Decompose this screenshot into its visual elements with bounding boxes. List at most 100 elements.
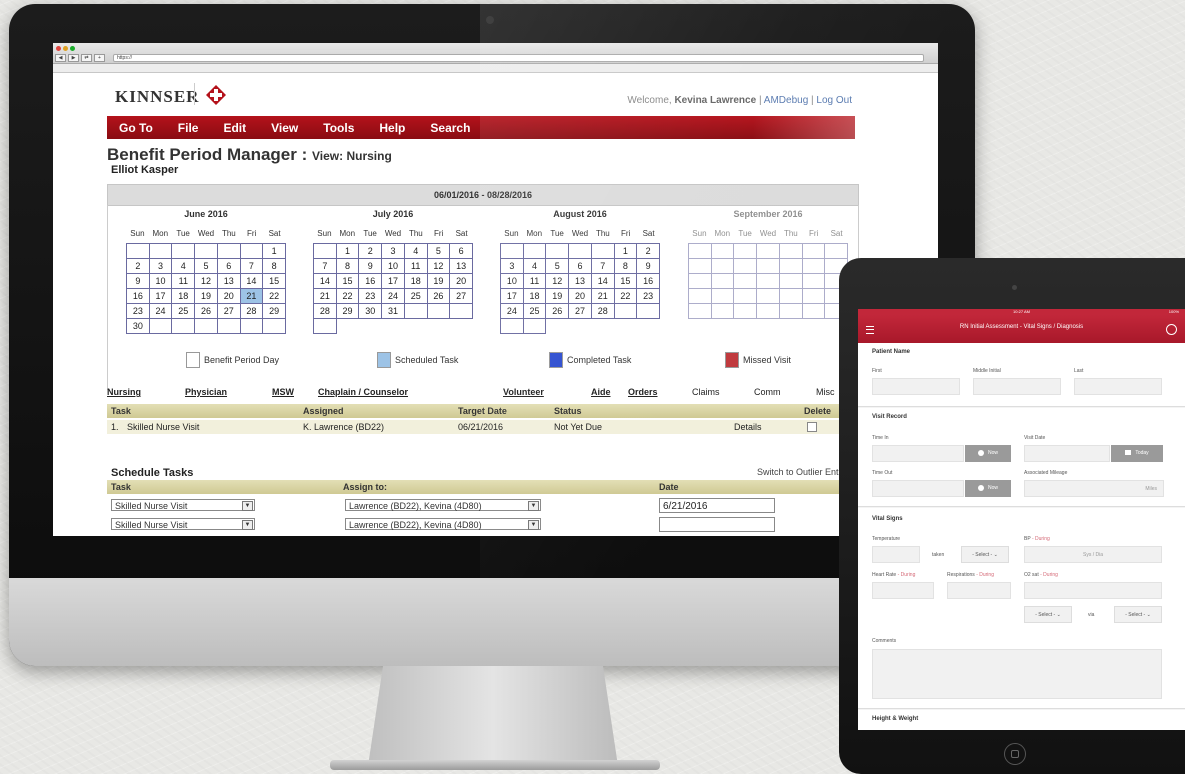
calendar-day[interactable] bbox=[779, 259, 803, 274]
calendar-day[interactable]: 5 bbox=[546, 259, 570, 274]
calendar-day[interactable]: 4 bbox=[172, 259, 196, 274]
calendar-day[interactable]: 25 bbox=[404, 289, 428, 304]
calendar-day[interactable]: 21 bbox=[240, 289, 264, 304]
calendar-day[interactable] bbox=[734, 289, 758, 304]
calendar-day[interactable]: 17 bbox=[149, 289, 173, 304]
calendar-day[interactable] bbox=[195, 244, 218, 259]
menu-help[interactable]: Help bbox=[379, 121, 405, 135]
calendar-day[interactable]: 9 bbox=[637, 259, 660, 274]
task-select-1[interactable]: Skilled Nurse Visit ▼ bbox=[111, 499, 255, 511]
calendar-day[interactable]: 10 bbox=[501, 274, 524, 289]
calendar-day[interactable]: 6 bbox=[217, 259, 241, 274]
minimize-icon[interactable] bbox=[63, 46, 68, 51]
calendar-day[interactable]: 3 bbox=[149, 259, 173, 274]
add-tab-icon[interactable]: + bbox=[94, 54, 105, 62]
calendar-day[interactable]: 21 bbox=[314, 289, 337, 304]
details-link[interactable]: Details bbox=[734, 422, 762, 432]
calendar-day[interactable] bbox=[172, 244, 196, 259]
calendar-day[interactable]: 6 bbox=[569, 259, 592, 274]
back-icon[interactable]: ◀ bbox=[55, 54, 66, 62]
kinnser-logo[interactable]: KINNSER bbox=[115, 87, 199, 107]
calendar-day[interactable] bbox=[779, 274, 803, 289]
calendar-day[interactable] bbox=[734, 244, 758, 259]
calendar-day[interactable] bbox=[779, 304, 803, 319]
calendar-day[interactable] bbox=[240, 319, 264, 334]
calendar-day[interactable]: 7 bbox=[240, 259, 264, 274]
task-select-2[interactable]: Skilled Nurse Visit ▼ bbox=[111, 518, 255, 530]
calendar-day[interactable]: 7 bbox=[314, 259, 337, 274]
calendar-day[interactable] bbox=[591, 244, 615, 259]
calendar-day[interactable] bbox=[501, 319, 524, 334]
calendar-day[interactable]: 30 bbox=[359, 304, 383, 319]
tab-volunteer[interactable]: Volunteer bbox=[503, 387, 544, 397]
menu-view[interactable]: View bbox=[271, 121, 298, 135]
calendar-day[interactable] bbox=[734, 259, 758, 274]
calendar-day[interactable]: 20 bbox=[217, 289, 241, 304]
calendar-day[interactable]: 13 bbox=[217, 274, 241, 289]
calendar-day[interactable] bbox=[523, 319, 547, 334]
tab-chaplain[interactable]: Chaplain / Counselor bbox=[318, 387, 408, 397]
menu-file[interactable]: File bbox=[178, 121, 199, 135]
amdebug-link[interactable]: AMDebug bbox=[764, 95, 808, 106]
calendar-day[interactable] bbox=[149, 319, 173, 334]
calendar-day[interactable]: 18 bbox=[172, 289, 196, 304]
calendar-day[interactable]: 1 bbox=[614, 244, 638, 259]
calendar-day[interactable]: 3 bbox=[382, 244, 405, 259]
calendar-day[interactable]: 2 bbox=[127, 259, 150, 274]
temperature-method-select[interactable]: - Select - ⌄ bbox=[961, 546, 1009, 563]
tab-orders[interactable]: Orders bbox=[628, 387, 658, 397]
bp-field[interactable]: Sys / Dia bbox=[1024, 546, 1162, 563]
calendar-day[interactable]: 26 bbox=[427, 289, 451, 304]
tab-aide[interactable]: Aide bbox=[591, 387, 611, 397]
delete-checkbox[interactable] bbox=[807, 422, 817, 432]
home-button-icon[interactable] bbox=[1004, 743, 1026, 765]
calendar-day[interactable]: 24 bbox=[501, 304, 524, 319]
calendar-day[interactable] bbox=[802, 289, 826, 304]
calendar-day[interactable] bbox=[802, 274, 826, 289]
calendar-day[interactable]: 20 bbox=[569, 289, 592, 304]
calendar-day[interactable]: 21 bbox=[591, 289, 615, 304]
calendar-day[interactable]: 19 bbox=[427, 274, 451, 289]
calendar-day[interactable]: 22 bbox=[336, 289, 360, 304]
tab-comm[interactable]: Comm bbox=[754, 387, 781, 397]
calendar-day[interactable]: 25 bbox=[523, 304, 547, 319]
calendar-day[interactable]: 14 bbox=[240, 274, 264, 289]
calendar-day[interactable]: 9 bbox=[127, 274, 150, 289]
calendar-day[interactable] bbox=[734, 304, 758, 319]
calendar-day[interactable] bbox=[711, 259, 735, 274]
visit-date-today-button[interactable]: Today bbox=[1111, 445, 1163, 462]
calendar-day[interactable]: 23 bbox=[637, 289, 660, 304]
calendar-day[interactable]: 11 bbox=[404, 259, 428, 274]
calendar-day[interactable]: 10 bbox=[149, 274, 173, 289]
calendar-day[interactable] bbox=[757, 274, 780, 289]
calendar-day[interactable]: 23 bbox=[359, 289, 383, 304]
calendar-day[interactable] bbox=[689, 289, 712, 304]
calendar-day[interactable]: 8 bbox=[614, 259, 638, 274]
calendar-day[interactable] bbox=[404, 304, 428, 319]
calendar-day[interactable] bbox=[689, 304, 712, 319]
calendar-day[interactable]: 10 bbox=[382, 259, 405, 274]
tab-nursing[interactable]: Nursing bbox=[107, 387, 141, 397]
logout-link[interactable]: Log Out bbox=[816, 95, 852, 106]
calendar-day[interactable]: 2 bbox=[637, 244, 660, 259]
calendar-day[interactable]: 23 bbox=[127, 304, 150, 319]
calendar-day[interactable] bbox=[314, 319, 337, 334]
comments-field[interactable] bbox=[872, 649, 1162, 699]
calendar-day[interactable] bbox=[217, 319, 241, 334]
calendar-day[interactable]: 27 bbox=[569, 304, 592, 319]
heart-rate-field[interactable] bbox=[872, 582, 934, 599]
calendar-day[interactable] bbox=[689, 274, 712, 289]
calendar-day[interactable]: 24 bbox=[382, 289, 405, 304]
calendar-day[interactable] bbox=[546, 244, 570, 259]
zoom-icon[interactable] bbox=[70, 46, 75, 51]
calendar-day[interactable]: 16 bbox=[127, 289, 150, 304]
calendar-day[interactable]: 4 bbox=[404, 244, 428, 259]
calendar-day[interactable] bbox=[757, 259, 780, 274]
calendar-day[interactable] bbox=[314, 244, 337, 259]
last-name-field[interactable] bbox=[1074, 378, 1162, 395]
calendar-day[interactable]: 18 bbox=[404, 274, 428, 289]
calendar-day[interactable]: 26 bbox=[546, 304, 570, 319]
o2-via-select[interactable]: - Select - ⌄ bbox=[1114, 606, 1162, 623]
calendar-day[interactable]: 22 bbox=[614, 289, 638, 304]
calendar-day[interactable] bbox=[263, 319, 286, 334]
